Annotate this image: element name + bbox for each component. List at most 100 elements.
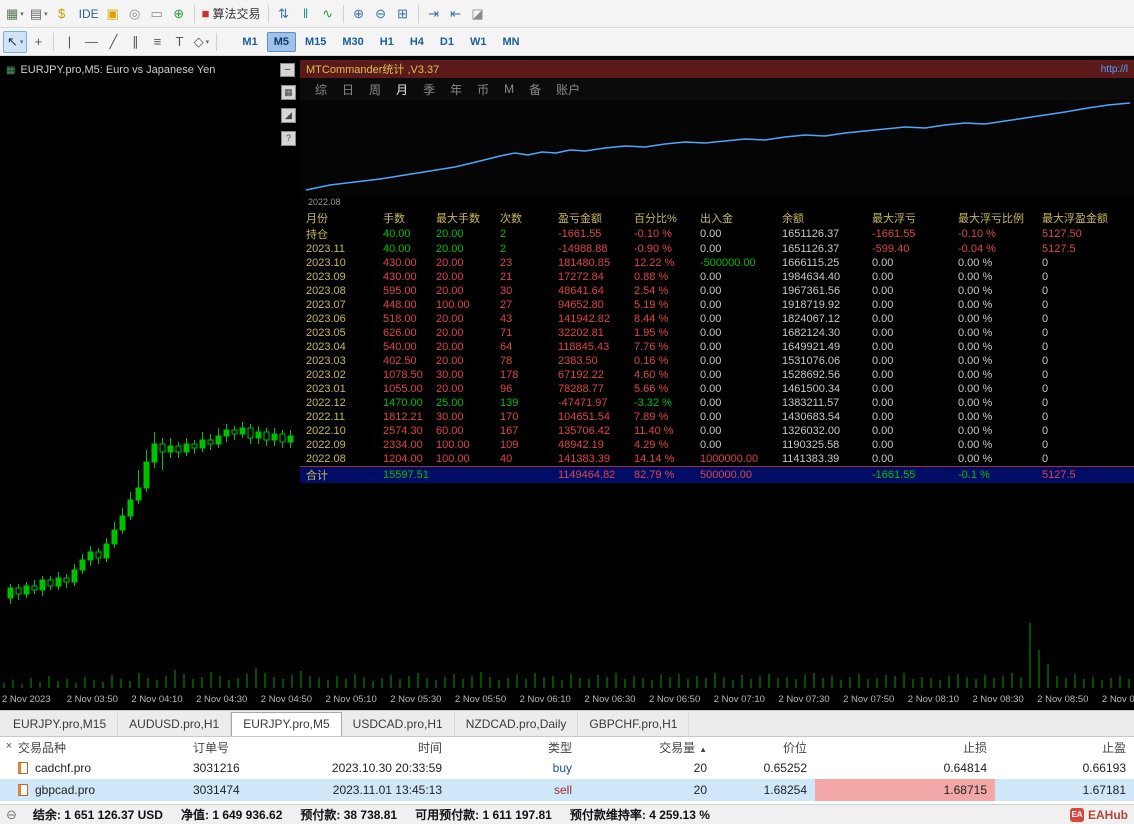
ide-button[interactable]: IDE	[73, 3, 102, 25]
ide-label: IDE	[78, 6, 99, 21]
close-panel-button[interactable]: ×	[3, 739, 15, 753]
timeframe-m5[interactable]: M5	[266, 31, 296, 52]
stats-cell: 0.00	[700, 397, 722, 409]
trade-col-tp[interactable]: 止盈	[995, 737, 1134, 757]
panel-menu-item[interactable]: 周	[369, 81, 381, 98]
panel-collapse-button[interactable]: ◢	[281, 108, 296, 123]
timeframe-h4[interactable]: H4	[403, 32, 431, 52]
panel-help-button[interactable]: ?	[281, 131, 296, 146]
trade-col-label: 订单号	[193, 740, 230, 755]
stats-cell: 0.00	[700, 271, 722, 283]
chart-tab[interactable]: USDCAD.pro,H1	[342, 713, 455, 736]
panel-link[interactable]: http://l	[1101, 64, 1128, 75]
stats-cell: -1661.55	[872, 228, 916, 240]
timeframe-h1[interactable]: H1	[373, 32, 401, 52]
web-button[interactable]: ⊕	[168, 3, 190, 25]
stats-cell	[494, 466, 552, 483]
trade-panel: × 交易品种 订单号 时间 类型 交易量 ▲ 价位 止损 止盈 cadchf.pro 303121…	[0, 736, 1134, 804]
trade-col-sl[interactable]: 止损	[815, 737, 995, 757]
trade-col-type[interactable]: 类型	[450, 737, 580, 757]
panel-menu-item[interactable]: 月	[396, 81, 408, 98]
timeframe-m15[interactable]: M15	[298, 32, 333, 52]
stats-cell: 5.19 %	[634, 299, 669, 311]
chart-window[interactable]: ▦ EURJPY.pro,M5: Euro vs Japanese Yen – …	[0, 56, 1134, 710]
trade-col-volume[interactable]: 交易量 ▲	[580, 737, 715, 757]
stats-cell: 1918719.92	[782, 299, 841, 311]
chart-tab[interactable]: GBPCHF.pro,H1	[578, 713, 690, 736]
vertical-line-button[interactable]: |	[58, 31, 80, 53]
stats-cell: 40.00	[383, 243, 411, 255]
time-label: 2 Nov 07:50	[843, 694, 895, 705]
stats-cell: 0.00	[700, 327, 722, 339]
stats-cell: 0.00	[700, 369, 722, 381]
stats-cell: 0.00	[872, 285, 894, 297]
panel-menu-item[interactable]: 综	[315, 81, 327, 98]
trade-row[interactable]: gbpcad.pro 3031474 2023.11.01 13:45:13 sell…	[0, 779, 1134, 801]
print-button[interactable]: ▭	[146, 3, 168, 25]
shapes-button[interactable]: ◇ ▾	[190, 31, 212, 53]
stats-header: 余额	[782, 213, 804, 225]
profiles-button[interactable]: ▤ ▾	[27, 3, 51, 25]
panel-menu-item[interactable]: 账户	[556, 81, 580, 98]
algo-trading-button[interactable]: ■ 算法交易	[199, 3, 264, 25]
trade-col-time[interactable]: 时间	[315, 737, 450, 757]
new-chart-button[interactable]: ▦ ▾	[3, 3, 27, 25]
stats-cell: 0.00 %	[958, 271, 993, 283]
trade-col-price[interactable]: 价位	[715, 737, 815, 757]
panel-menu-item[interactable]: M	[504, 82, 514, 96]
chart-tab[interactable]: EURJPY.pro,M5	[231, 712, 342, 736]
chart-minimize-button[interactable]: –	[280, 63, 295, 77]
stats-cell: 0.00 %	[958, 411, 993, 423]
panel-menu-item[interactable]: 日	[342, 81, 354, 98]
stats-cell: 0	[1042, 299, 1049, 311]
timeframe-d1[interactable]: D1	[433, 32, 461, 52]
step-out-button[interactable]: ⇤	[445, 3, 467, 25]
stats-cell: -0.90 %	[634, 243, 672, 255]
docs-button[interactable]: ◪	[467, 3, 489, 25]
text-button[interactable]: T	[168, 31, 190, 53]
trade-row[interactable]: cadchf.pro 3031216 2023.10.30 20:33:59 buy 2…	[0, 757, 1134, 779]
step-into-button[interactable]: ⇥	[423, 3, 445, 25]
trade-col-label: 价位	[782, 740, 807, 755]
timeframe-w1[interactable]: W1	[463, 32, 494, 52]
cursor-button[interactable]: ↖ ▾	[3, 30, 28, 53]
stats-month: 合计	[306, 469, 328, 482]
panel-menu-item[interactable]: 币	[477, 81, 489, 98]
stats-cell: 8.44 %	[634, 313, 669, 325]
stats-row: 2023.01 1055.00 20.00 96 78288.77 5.66 % 0.00 1…	[300, 382, 1134, 396]
signal-button[interactable]: ◎	[124, 3, 146, 25]
zoom-in-button[interactable]: ⊕	[348, 3, 370, 25]
stats-cell: 1528692.56	[782, 369, 841, 381]
panel-grid-button[interactable]: ▦	[281, 85, 296, 100]
trade-col-order[interactable]: 订单号	[185, 737, 315, 757]
timeframe-mn[interactable]: MN	[495, 32, 526, 52]
crosshair-button[interactable]: +	[27, 31, 49, 53]
horizontal-line-button[interactable]: —	[80, 31, 102, 53]
trade-col-symbol[interactable]: 交易品种	[0, 737, 185, 757]
market-watch-button[interactable]: $	[51, 3, 73, 25]
timeframe-m30[interactable]: M30	[335, 32, 370, 52]
step-run-button[interactable]: ⇅	[273, 3, 295, 25]
lock-button[interactable]: ▣	[102, 3, 124, 25]
panel-menu-item[interactable]: 季	[423, 81, 435, 98]
fibonacci-button[interactable]: ≡	[146, 31, 168, 53]
chart-tab[interactable]: EURJPY.pro,M15	[2, 713, 119, 736]
stats-cell: -0.10 %	[958, 228, 996, 240]
panel-title-bar[interactable]: MTCommander统计 ,V3.37 http://l	[300, 60, 1134, 78]
stats-cell: 67192.22	[558, 369, 604, 381]
timeframe-m1[interactable]: M1	[235, 32, 264, 52]
trendline-button[interactable]: ╱	[102, 31, 124, 53]
panel-menu-item[interactable]: 年	[450, 81, 462, 98]
chart-tab[interactable]: AUDUSD.pro,H1	[118, 713, 232, 736]
zoom-out-button[interactable]: ⊖	[370, 3, 392, 25]
stats-cell: 1531076.06	[782, 355, 841, 367]
stats-row: 2023.02 1078.50 30.00 178 67192.22 4.60 % 0.00…	[300, 368, 1134, 382]
trade-symbol-cell: cadchf.pro	[0, 757, 185, 779]
optimize-button[interactable]: ∿	[317, 3, 339, 25]
pause-button[interactable]: ‖	[295, 3, 317, 25]
stats-cell: 2383.50	[558, 355, 598, 367]
chart-tab[interactable]: NZDCAD.pro,Daily	[455, 713, 579, 736]
panel-menu-item[interactable]: 备	[529, 81, 541, 98]
channel-button[interactable]: ∥	[124, 31, 146, 53]
tile-windows-button[interactable]: ⊞	[392, 3, 414, 25]
